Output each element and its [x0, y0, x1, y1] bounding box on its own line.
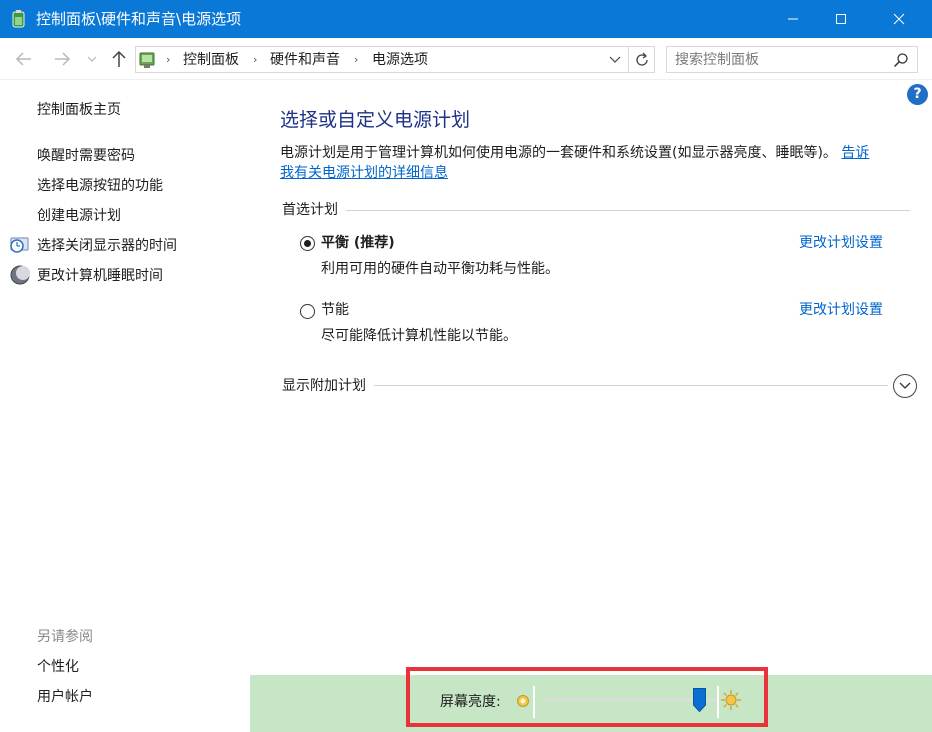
sidebar-item-create-plan[interactable]: 创建电源计划	[37, 206, 121, 226]
plan-power-saver-name[interactable]: 节能	[321, 300, 349, 320]
control-panel-icon	[139, 52, 155, 68]
minimize-button[interactable]	[770, 0, 816, 38]
chevron-right-icon: ›	[166, 53, 171, 66]
refresh-icon	[636, 52, 648, 66]
chevron-down-icon	[87, 56, 97, 62]
search-icon[interactable]	[893, 52, 909, 68]
power-options-icon	[12, 10, 25, 28]
plan-power-saver-radio[interactable]	[300, 304, 315, 319]
window-title: 控制面板\硬件和声音\电源选项	[36, 10, 242, 28]
close-icon	[893, 13, 905, 25]
close-button[interactable]	[876, 0, 922, 38]
sidebar-item-sleep-time[interactable]: 更改计算机睡眠时间	[37, 266, 163, 286]
up-button[interactable]	[108, 48, 130, 70]
plan-power-saver-description: 尽可能降低计算机性能以节能。	[321, 328, 517, 344]
see-also-heading: 另请参阅	[37, 629, 93, 645]
plan-balanced-description: 利用可用的硬件自动平衡功耗与性能。	[321, 261, 559, 277]
arrow-left-icon	[15, 52, 31, 66]
expand-additional-plans-button[interactable]	[893, 374, 917, 398]
preferred-plans-heading: 首选计划	[282, 200, 346, 220]
breadcrumb-power-options[interactable]: 电源选项	[372, 51, 428, 69]
page-title: 选择或自定义电源计划	[280, 109, 471, 131]
sidebar-home-link[interactable]: 控制面板主页	[37, 100, 121, 120]
breadcrumb-control-panel[interactable]: 控制面板	[183, 51, 239, 69]
address-history-button[interactable]	[605, 50, 625, 70]
address-bar[interactable]: › 控制面板 › 硬件和声音 › 电源选项	[135, 46, 655, 73]
plan-balanced-change-link[interactable]: 更改计划设置	[799, 233, 883, 253]
recent-locations-button[interactable]	[83, 48, 101, 70]
arrow-up-icon	[112, 50, 126, 67]
plan-power-saver-change-link[interactable]: 更改计划设置	[799, 300, 883, 320]
sidebar-item-wake-password[interactable]: 唤醒时需要密码	[37, 146, 135, 166]
plan-balanced-radio[interactable]	[300, 236, 315, 251]
chevron-down-icon	[899, 382, 911, 389]
minimize-icon	[788, 18, 798, 20]
section-divider	[282, 210, 910, 211]
search-box	[666, 46, 918, 73]
back-button[interactable]	[13, 48, 35, 70]
sidebar-item-display-off[interactable]: 选择关闭显示器的时间	[37, 236, 177, 256]
show-additional-plans-label[interactable]: 显示附加计划	[282, 376, 374, 396]
moon-icon	[10, 265, 30, 285]
learn-more-link[interactable]: 我有关电源计划的详细信息	[280, 165, 448, 181]
maximize-icon	[836, 14, 846, 24]
plan-balanced-name[interactable]: 平衡 (推荐)	[321, 233, 395, 253]
page-description: 电源计划是用于管理计算机如何使用电源的一套硬件和系统设置(如显示器亮度、睡眠等)…	[280, 143, 910, 183]
forward-button[interactable]	[51, 48, 73, 70]
brightness-highlight-box	[406, 667, 768, 727]
chevron-right-icon: ›	[253, 53, 258, 66]
learn-more-link[interactable]: 告诉	[841, 145, 869, 161]
description-text: 电源计划是用于管理计算机如何使用电源的一套硬件和系统设置(如显示器亮度、睡眠等)…	[280, 145, 837, 161]
help-icon[interactable]: ?	[907, 84, 928, 105]
refresh-button[interactable]	[628, 46, 655, 73]
monitor-clock-icon	[10, 237, 29, 253]
arrow-right-icon	[55, 52, 71, 66]
breadcrumb-hardware-sound[interactable]: 硬件和声音	[270, 51, 340, 69]
maximize-button[interactable]	[818, 0, 864, 38]
title-bar: 控制面板\硬件和声音\电源选项	[0, 0, 932, 38]
see-also-personalization[interactable]: 个性化	[37, 657, 79, 677]
chevron-right-icon: ›	[354, 53, 359, 66]
see-also-user-accounts[interactable]: 用户帐户	[37, 687, 93, 707]
sidebar-item-power-button[interactable]: 选择电源按钮的功能	[37, 176, 163, 196]
chevron-down-icon	[609, 56, 621, 63]
search-input[interactable]	[675, 50, 875, 69]
